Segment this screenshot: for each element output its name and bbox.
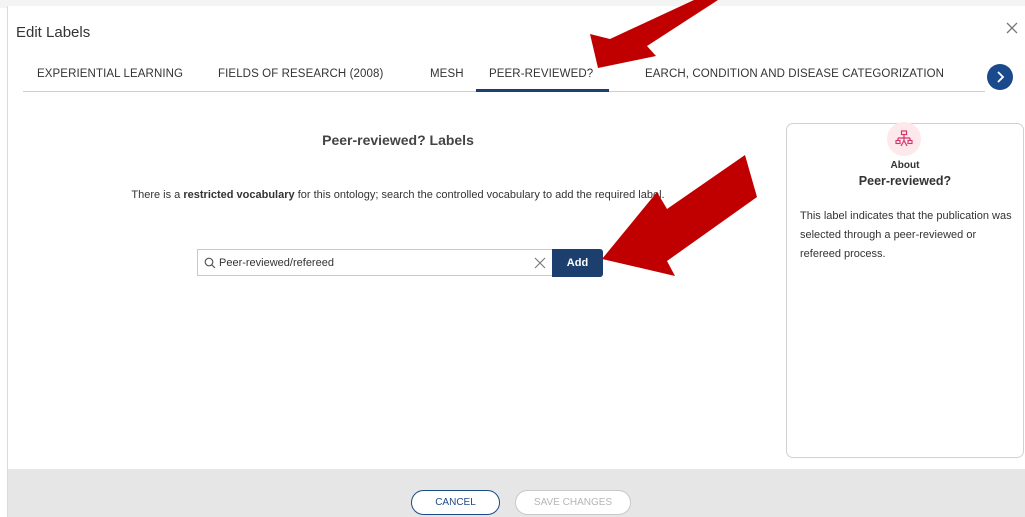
- annotation-arrows: [590, 0, 757, 276]
- arrow-to-add-button-icon: [602, 155, 757, 276]
- arrow-to-tab-icon: [590, 0, 718, 68]
